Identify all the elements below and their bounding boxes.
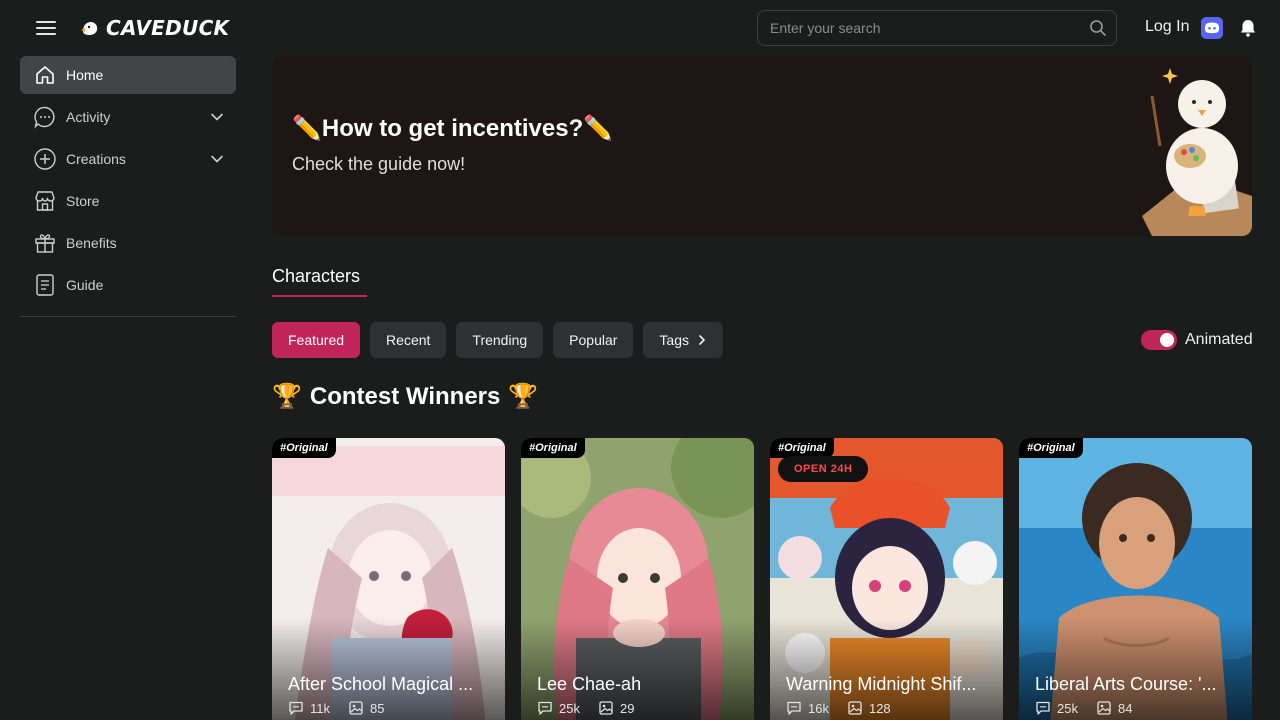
character-card[interactable]: #Original OPEN 24H Warning Midnight Shif… <box>770 438 1003 720</box>
chevron-down-icon[interactable] <box>210 110 224 124</box>
chat-count-value: 11k <box>310 700 330 716</box>
sidebar-item-guide[interactable]: Guide <box>20 266 236 304</box>
trophy-icon: 🏆 <box>508 383 539 410</box>
contest-heading: 🏆 Contest Winners 🏆 <box>272 382 538 411</box>
toggle-knob <box>1160 333 1174 347</box>
animated-toggle-group: Animated <box>1141 330 1253 350</box>
sidebar-item-label: Store <box>66 193 100 209</box>
sidebar-item-benefits[interactable]: Benefits <box>20 224 236 262</box>
store-icon <box>32 188 58 214</box>
document-icon <box>32 272 58 298</box>
image-icon <box>599 701 613 715</box>
sidebar-item-label: Guide <box>66 277 104 293</box>
tab-label: Characters <box>272 266 361 286</box>
card-title: After School Magical ... <box>288 674 474 694</box>
open-24h-badge: OPEN 24H <box>778 456 869 482</box>
discord-icon[interactable] <box>1201 17 1223 39</box>
card-tag: #Original <box>521 438 585 458</box>
card-title: Warning Midnight Shif... <box>786 674 977 694</box>
sidebar-item-home[interactable]: Home <box>20 56 236 94</box>
image-count-value: 84 <box>1117 700 1133 716</box>
chat-count: 16k <box>786 700 829 716</box>
gift-icon <box>32 230 58 256</box>
chat-bubble-icon <box>1036 701 1050 715</box>
banner-title: ✏️How to get incentives?✏️ <box>292 115 614 142</box>
chat-count-value: 16k <box>808 700 829 716</box>
promo-banner[interactable]: ✏️How to get incentives?✏️ Check the gui… <box>272 56 1252 236</box>
login-link[interactable]: Log In <box>1145 18 1189 36</box>
filter-popular[interactable]: Popular <box>553 322 634 358</box>
filter-tags[interactable]: Tags <box>643 322 723 358</box>
image-icon <box>349 701 363 715</box>
banner-subtitle: Check the guide now! <box>292 154 466 174</box>
tab-active-indicator <box>272 295 367 297</box>
bell-icon[interactable] <box>1238 18 1258 38</box>
filter-tags-label: Tags <box>659 332 689 348</box>
search-input[interactable] <box>758 11 1080 45</box>
sidebar-divider <box>20 316 236 317</box>
trophy-icon: 🏆 <box>272 383 302 410</box>
animated-toggle[interactable] <box>1141 330 1177 350</box>
contest-title: Contest Winners <box>309 382 501 410</box>
card-stats: 11k 85 <box>288 700 402 716</box>
chat-bubble-icon <box>787 701 801 715</box>
sidebar-item-creations[interactable]: Creations <box>20 140 236 178</box>
brand-name: CAVEDUCK <box>106 16 230 40</box>
filter-recent[interactable]: Recent <box>370 322 447 358</box>
character-card[interactable]: #Original After School Magical ... 11k 8… <box>272 438 505 720</box>
filter-featured[interactable]: Featured <box>272 322 361 358</box>
sidebar-item-label: Activity <box>66 109 111 125</box>
image-icon <box>848 701 862 715</box>
sidebar: Home Activity Creations Store Benefits G… <box>20 56 236 317</box>
chat-count: 25k <box>537 700 580 716</box>
image-count: 29 <box>598 700 634 716</box>
chat-count: 11k <box>288 700 330 716</box>
duck-painter-illustration <box>1142 68 1252 236</box>
card-title: Lee Chae-ah <box>537 674 642 694</box>
chat-bubble-icon <box>538 701 552 715</box>
logo[interactable]: CAVEDUCK <box>80 14 229 42</box>
sidebar-item-label: Creations <box>66 151 126 167</box>
sidebar-item-store[interactable]: Store <box>20 182 236 220</box>
image-count: 128 <box>847 700 891 716</box>
character-card[interactable]: #Original Lee Chae-ah 25k 29 <box>521 438 754 720</box>
image-count: 85 <box>348 700 384 716</box>
card-tag: #Original <box>770 438 834 458</box>
sidebar-item-label: Benefits <box>66 235 117 251</box>
image-count: 84 <box>1096 700 1132 716</box>
image-icon <box>1097 701 1111 715</box>
card-stats: 25k 84 <box>1035 700 1150 716</box>
card-stats: 16k 128 <box>786 700 909 716</box>
character-card[interactable]: #Original Liberal Arts Course: '... 25k … <box>1019 438 1252 720</box>
card-tag: #Original <box>272 438 336 458</box>
filter-trending[interactable]: Trending <box>456 322 544 358</box>
card-tag: #Original <box>1019 438 1083 458</box>
image-count-value: 85 <box>370 700 385 716</box>
image-count-value: 29 <box>619 700 635 716</box>
animated-toggle-label: Animated <box>1185 331 1253 348</box>
chat-bubble-icon <box>32 104 58 130</box>
plus-circle-icon <box>32 146 58 172</box>
menu-icon[interactable] <box>34 16 58 40</box>
search-icon[interactable] <box>1080 10 1116 46</box>
chat-count-value: 25k <box>1057 700 1078 716</box>
sidebar-item-activity[interactable]: Activity <box>20 98 236 136</box>
chat-bubble-icon <box>289 701 303 715</box>
chevron-down-icon[interactable] <box>210 152 224 166</box>
character-cards: #Original After School Magical ... 11k 8… <box>272 438 1252 720</box>
card-title: Liberal Arts Course: '... <box>1035 674 1217 694</box>
top-bar: CAVEDUCK Log In <box>0 0 1280 56</box>
tab-characters[interactable]: Characters <box>272 266 367 297</box>
image-count-value: 128 <box>868 700 891 716</box>
chat-count-value: 25k <box>559 700 580 716</box>
duck-logo-icon <box>81 22 98 35</box>
home-icon <box>32 62 58 88</box>
filter-chips: Featured Recent Trending Popular Tags <box>272 322 723 358</box>
chevron-right-icon <box>699 335 706 345</box>
chat-count: 25k <box>1035 700 1078 716</box>
card-stats: 25k 29 <box>537 700 652 716</box>
sidebar-item-label: Home <box>66 67 104 83</box>
search-bar[interactable] <box>757 10 1117 46</box>
